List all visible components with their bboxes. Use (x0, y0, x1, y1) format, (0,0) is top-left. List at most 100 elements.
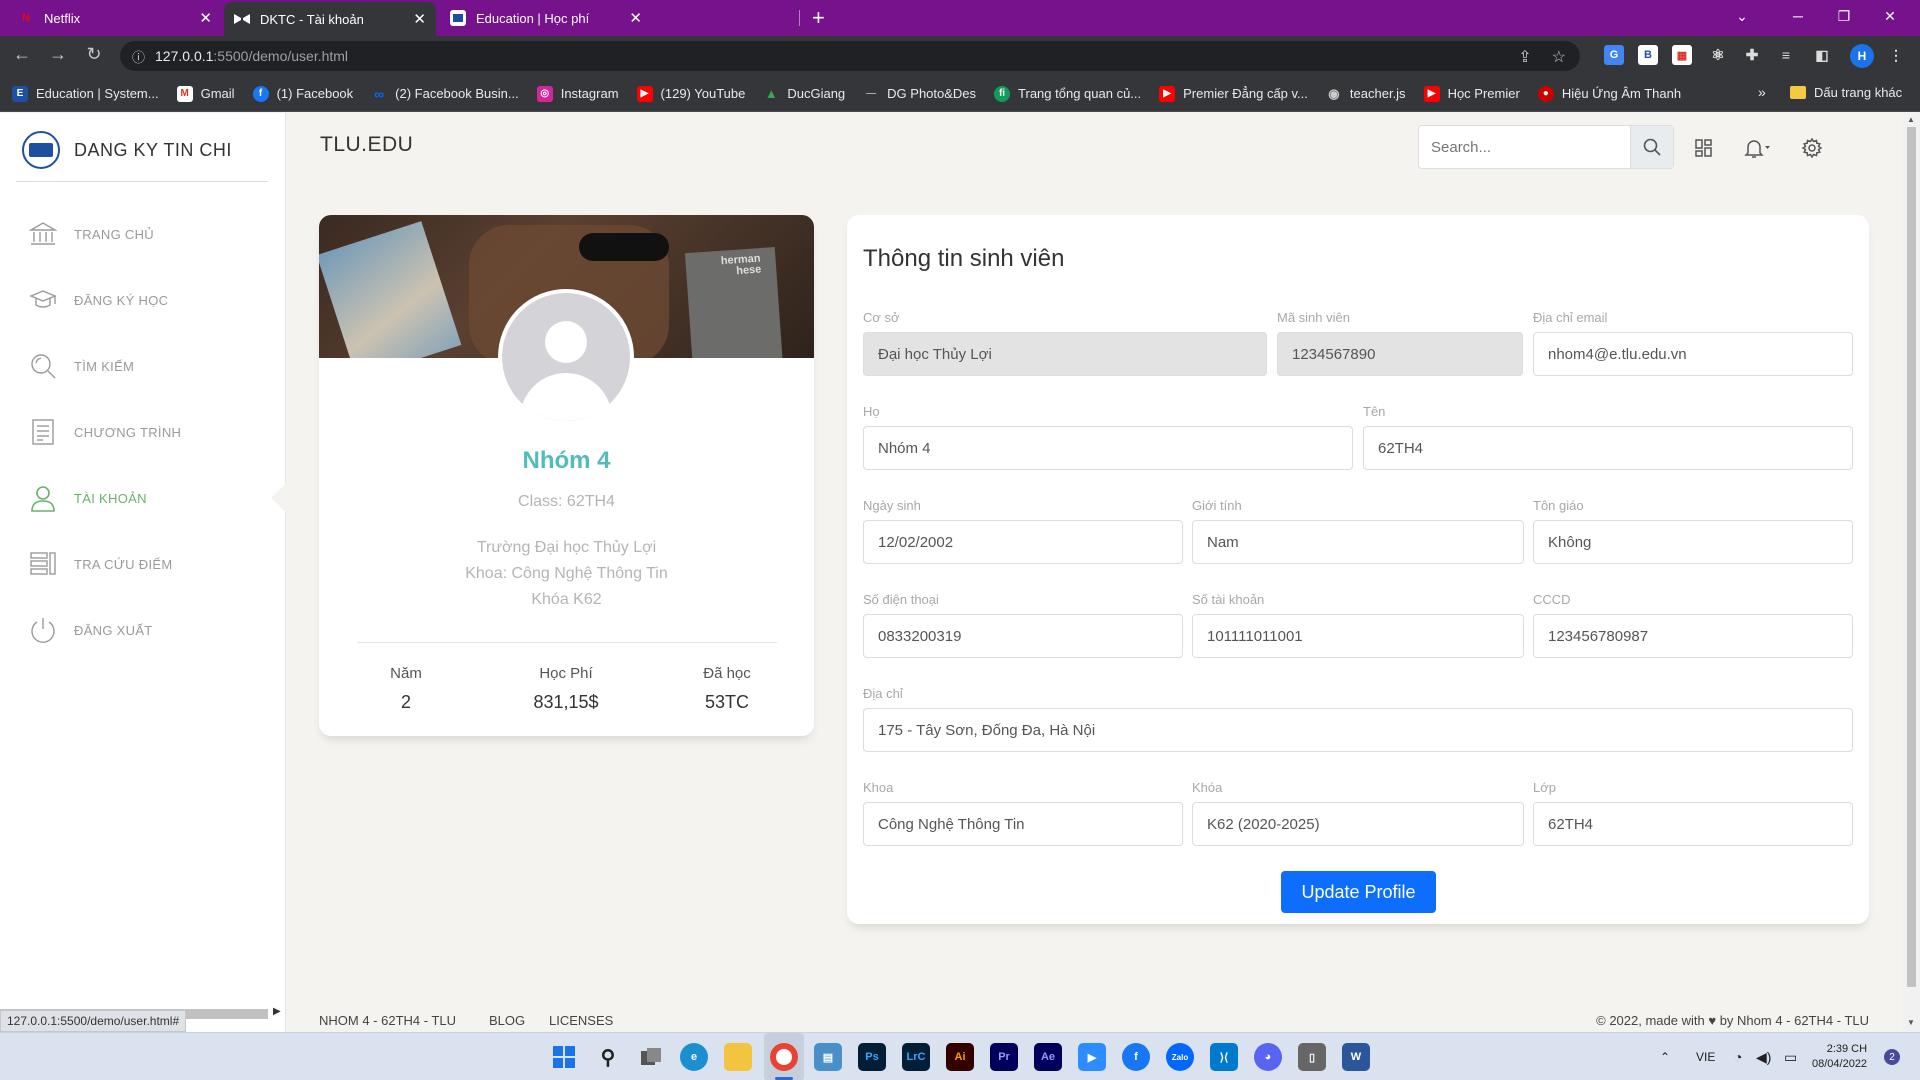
cccd-input[interactable] (1533, 614, 1853, 658)
more-bookmarks-chevron-icon[interactable]: » (1758, 84, 1766, 100)
start-button[interactable] (550, 1043, 578, 1071)
zalo-icon[interactable]: Zalo (1166, 1043, 1194, 1071)
scroll-right-arrow-icon[interactable]: ▶ (273, 1006, 281, 1017)
sidebar-item-dang-ky-hoc[interactable]: ĐĂNG KÝ HỌC (0, 267, 286, 333)
premiere-icon[interactable]: Pr (990, 1043, 1018, 1071)
photoshop-icon[interactable]: Ps (858, 1043, 886, 1071)
share-icon[interactable]: ⇪ (1518, 47, 1531, 67)
site-title[interactable]: TLU.EDU (320, 133, 413, 157)
address-input[interactable] (863, 708, 1853, 752)
after-effects-icon[interactable]: Ae (1034, 1043, 1062, 1071)
lightroom-classic-icon[interactable]: LrC (902, 1043, 930, 1071)
bookmark-item[interactable]: ◉ teacher.js (1326, 86, 1405, 102)
tab-netflix[interactable]: N Netflix ✕ (8, 0, 222, 36)
facebook-app-icon[interactable]: f (1122, 1043, 1150, 1071)
cohort-input[interactable] (1192, 802, 1524, 846)
search-button[interactable] (1630, 126, 1673, 168)
kebab-menu-icon[interactable]: ⋮ (1886, 45, 1906, 65)
bookmark-item[interactable]: ▶ Premier Đẳng cấp v... (1159, 85, 1308, 102)
dashboard-button[interactable] (1691, 135, 1717, 161)
word-icon[interactable]: W (1342, 1043, 1370, 1071)
settings-button[interactable] (1799, 135, 1825, 161)
sidebar-item-trang-chu[interactable]: TRANG CHỦ (0, 201, 286, 267)
bookmark-item[interactable]: ◎ Instagram (536, 85, 619, 102)
bookmark-item[interactable]: fi Trang tổng quan củ... (994, 85, 1141, 102)
notifications-dropdown[interactable] (1737, 135, 1777, 161)
footer-link-team[interactable]: NHOM 4 - 62TH4 - TLU (319, 1013, 456, 1028)
vscode-icon[interactable]: ⟩⟨ (1210, 1043, 1238, 1071)
bookmark-item[interactable]: ∞ (2) Facebook Busin... (371, 86, 519, 102)
extensions-puzzle-icon[interactable]: ✚ (1742, 45, 1762, 65)
scroll-down-arrow-icon[interactable]: ▼ (1907, 1018, 1915, 1027)
tray-overflow-chevron-icon[interactable]: ⌃ (1660, 1033, 1670, 1080)
ton-giao-input[interactable] (1533, 520, 1853, 564)
ho-input[interactable] (863, 426, 1353, 470)
close-tab-icon[interactable]: ✕ (413, 10, 426, 28)
system-clock[interactable]: 2:39 CH 08/04/2022 (1812, 1042, 1867, 1072)
battery-icon[interactable]: ▭ (1784, 1033, 1797, 1080)
ma-sinh-vien-input[interactable] (1277, 332, 1523, 376)
faculty-input[interactable] (863, 802, 1183, 846)
gioi-tinh-input[interactable] (1192, 520, 1524, 564)
edge-icon[interactable]: e (680, 1043, 708, 1071)
volume-icon[interactable]: ◀) (1756, 1033, 1771, 1080)
reload-button[interactable]: ↻ (82, 44, 106, 65)
bookmark-item[interactable]: ● Hiệu Ứng Âm Thanh (1537, 85, 1681, 102)
scrollbar-thumb[interactable] (1907, 127, 1916, 987)
close-tab-icon[interactable]: ✕ (629, 9, 642, 27)
close-tab-icon[interactable]: ✕ (199, 9, 212, 27)
task-view-icon[interactable] (638, 1043, 666, 1071)
ten-input[interactable] (1363, 426, 1853, 470)
react-extension-icon[interactable]: ⚛ (1708, 45, 1728, 65)
footer-link-blog[interactable]: BLOG (489, 1013, 525, 1028)
phone-icon[interactable]: ▯ (1298, 1043, 1326, 1071)
avatar[interactable] (498, 289, 634, 425)
back-button[interactable]: ← (10, 44, 34, 65)
sidebar-item-tim-kiem[interactable]: TÌM KIẾM (0, 333, 286, 399)
language-indicator[interactable]: VIE (1696, 1033, 1715, 1080)
bookmark-item[interactable]: M Gmail (176, 85, 235, 102)
address-bar[interactable]: ⓘ 127.0.0.1:5500/demo/user.html ⇪ ☆ (120, 41, 1580, 71)
close-window-button[interactable]: ✕ (1862, 0, 1918, 32)
reading-list-icon[interactable]: ≡ (1776, 45, 1796, 65)
taskbar-search-icon[interactable]: ⚲ (594, 1043, 622, 1071)
bookmark-star-icon[interactable]: ☆ (1552, 47, 1566, 67)
wifi-icon[interactable]: ◔ (1734, 1033, 1742, 1080)
tab-dktc[interactable]: DKTC - Tài khoản ✕ (224, 2, 436, 36)
update-profile-button[interactable]: Update Profile (1281, 871, 1436, 913)
calendar-extension-icon[interactable]: ▦ (1672, 45, 1692, 65)
bookmark-item[interactable]: ▶ Học Premier (1423, 85, 1520, 102)
bookmark-item[interactable]: ▲ DucGiang (763, 86, 845, 102)
co-so-input[interactable] (863, 332, 1267, 376)
side-panel-icon[interactable]: ◧ (1812, 45, 1832, 65)
bookmark-item[interactable]: E Education | System... (12, 85, 159, 102)
file-explorer-icon[interactable] (724, 1043, 752, 1071)
chrome-icon[interactable] (770, 1043, 798, 1071)
profile-avatar[interactable]: H (1850, 44, 1874, 68)
phone-input[interactable] (863, 614, 1183, 658)
site-info-icon[interactable]: ⓘ (132, 47, 145, 66)
ngay-sinh-input[interactable] (863, 520, 1183, 564)
sidebar-item-tra-cuu-diem[interactable]: TRA CỨU ĐIỂM (0, 531, 286, 597)
class-input[interactable] (1533, 802, 1853, 846)
new-tab-button[interactable]: + (812, 5, 825, 31)
sidebar-item-tai-khoan[interactable]: TÀI KHOẢN (0, 465, 287, 531)
account-number-input[interactable] (1192, 614, 1524, 658)
control-panel-icon[interactable]: ▤ (814, 1043, 842, 1071)
brand[interactable]: DANG KY TIN CHI (22, 131, 232, 169)
bookmark-item[interactable]: f (1) Facebook (252, 85, 353, 102)
b-extension-icon[interactable]: B (1638, 45, 1658, 65)
scroll-up-arrow-icon[interactable]: ▲ (1907, 115, 1915, 124)
search-input[interactable] (1419, 126, 1630, 168)
sidebar-item-dang-xuat[interactable]: ĐĂNG XUẤT (0, 597, 286, 663)
illustrator-icon[interactable]: Ai (946, 1043, 974, 1071)
translate-extension-icon[interactable]: G (1604, 45, 1624, 65)
zoom-icon[interactable]: ▶ (1078, 1043, 1106, 1071)
other-bookmarks-folder[interactable]: Dấu trang khác (1790, 85, 1902, 100)
page-vertical-scrollbar[interactable]: ▲ ▼ (1903, 113, 1920, 1032)
bookmark-item[interactable]: ▶ (129) YouTube (636, 85, 745, 102)
email-input[interactable] (1533, 332, 1853, 376)
tab-search-icon[interactable]: ⌄ (1714, 0, 1770, 32)
bookmark-item[interactable]: — DG Photo&Des (863, 86, 976, 102)
notification-badge[interactable]: 2 (1884, 1049, 1900, 1065)
